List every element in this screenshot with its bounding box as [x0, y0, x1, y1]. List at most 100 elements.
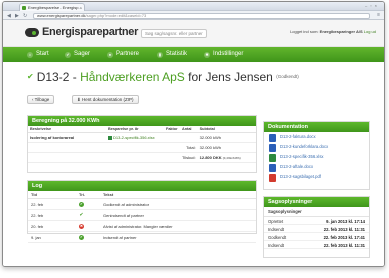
word-file-icon — [269, 163, 276, 172]
document-item[interactable]: D13-2-kundeforklara.docx — [264, 142, 369, 152]
case-number: D13-2 — [36, 70, 70, 84]
log-text: Genindsendt af partner — [100, 209, 256, 221]
address-bar: ◀ ▶ ↻ www.energisparepartner.dk/sager.ph… — [3, 11, 384, 20]
forward-arrow-icon[interactable]: ▶ — [15, 13, 19, 19]
browser-tabstrip: Energibesparelse - Energisp... × ‒▫× — [3, 2, 384, 11]
resubmitted-icon: ✔ — [79, 212, 84, 218]
url-path: /sager.php?mode=edit&caseid=73 — [85, 12, 147, 18]
price-label: Tilskud: — [180, 152, 198, 163]
file-link[interactable]: D13-2-specifik-356.xlsx — [113, 135, 155, 140]
nav-label: Sager — [74, 51, 91, 57]
row-description: Isolering af kontorareal — [28, 132, 106, 143]
log-time: 9. jan — [28, 231, 76, 243]
log-status-cell: ✔ — [76, 198, 100, 210]
calculation-panel: Beregning på 32.000 KWh Beskrivelse Besp… — [27, 115, 257, 173]
nav-label: Partnere — [116, 51, 140, 57]
page-content: ✔ D13-2 - Håndværkeren ApS for Jens Jense… — [3, 63, 384, 266]
search-input[interactable]: Søg sag/sagsnr. eller partner — [141, 29, 207, 38]
case-info-panel: Sagsoplysninger Sagsoplysninger Oprettet… — [263, 196, 370, 258]
word-file-icon — [269, 143, 276, 152]
back-button[interactable]: ‹ Tilbage — [27, 95, 55, 104]
document-item[interactable]: D13-2-faktura.docx — [264, 132, 369, 142]
price-row: Tilskud: 12.800 DKK (0,40kr/kWh) — [28, 152, 256, 163]
document-item[interactable]: D13-2-sagsbilaget.pdf — [264, 172, 369, 182]
title-customer: for Jens Jensen — [184, 70, 273, 84]
log-text: Indsendt af partner — [100, 231, 256, 243]
document-item[interactable]: D13-2-specifik-356.xlsx — [264, 152, 369, 162]
table-row: 9. jan ✔ Indsendt af partner — [28, 231, 256, 243]
nav-item-indstillinger[interactable]: ✱ Indstillinger — [204, 47, 243, 62]
column-header: Tri. — [76, 191, 100, 199]
browser-tab[interactable]: Energibesparelse - Energisp... × — [19, 3, 85, 11]
document-name: D13-2-sagsbilaget.pdf — [280, 174, 321, 179]
document-name: D13-2-faktura.docx — [280, 134, 316, 139]
column-header: Tid — [28, 191, 76, 199]
case-info-row: Oprettet 9. jan 2013 kl. 17:14 — [264, 217, 369, 225]
excel-file-icon — [269, 153, 276, 162]
browser-menu-icon[interactable]: ≡ — [377, 12, 380, 18]
tab-title: Energibesparelse - Energisp... — [28, 5, 82, 10]
logo-icon[interactable] — [25, 28, 39, 37]
column-header: Tekst — [100, 191, 256, 199]
nav-label: Indstillinger — [213, 51, 244, 57]
login-prefix: Logget ind som: — [290, 29, 319, 34]
table-row: Isolering af kontorareal D13-2-specifik-… — [28, 132, 256, 143]
download-label: Hent dokumentation (ZIP) — [82, 97, 134, 102]
url-field[interactable]: www.energisparepartner.dk/sager.php?mode… — [33, 12, 370, 19]
table-row: 22. feb ✔ Godkendt af administrator — [28, 198, 256, 210]
login-user: Energibesparinger A/S — [319, 29, 363, 34]
back-arrow-icon[interactable]: ◀ — [7, 13, 11, 19]
calculation-heading: Beregning på 32.000 KWh — [28, 116, 256, 126]
info-value: 22. feb 2013 kl. 11:31 — [323, 242, 365, 248]
info-label: Indsendt — [268, 226, 285, 232]
log-text: Afvist af administrator. Mangler værdier — [100, 220, 256, 232]
browser-window: Energibesparelse - Energisp... × ‒▫× ◀ ▶… — [2, 1, 385, 267]
status-badge: (Godkendt) — [276, 74, 299, 79]
row-subtotal: 32.000 kWh — [197, 132, 256, 143]
nav-item-partnere[interactable]: ● Partnere — [107, 47, 139, 62]
company-link[interactable]: Håndværkeren ApS — [80, 70, 185, 84]
check-icon: ✔ — [65, 51, 71, 58]
chart-icon: ▮ — [157, 51, 163, 58]
info-label: Oprettet — [268, 218, 284, 224]
price-value: 12.800 DKK — [199, 155, 222, 160]
logo-text[interactable]: Energisparepartner — [42, 26, 138, 38]
log-time: 22. feb — [28, 198, 76, 210]
case-info-row: Indsendt 22. feb 2013 kl. 11:31 — [264, 241, 369, 249]
total-value: 32.000 kWh — [197, 142, 256, 153]
window-controls[interactable]: ‒▫× — [365, 3, 380, 8]
document-name: D13-2-kundeforklara.docx — [280, 144, 329, 149]
price-cell: 12.800 DKK (0,40kr/kWh) — [197, 152, 256, 163]
log-text: Godkendt af administrator — [100, 198, 256, 210]
table-row: 20. feb ✖ Afvist af administrator. Mangl… — [28, 220, 256, 232]
nav-item-sager[interactable]: ✔ Sager — [65, 47, 90, 62]
info-value: 22. feb 2013 kl. 11:31 — [323, 226, 365, 232]
case-info-row: Indsendt 22. feb 2013 kl. 11:31 — [264, 225, 369, 233]
row-file[interactable]: D13-2-specifik-356.xlsx — [106, 132, 164, 143]
rejected-icon: ✖ — [79, 224, 84, 229]
document-item[interactable]: D13-2-aftale.docx — [264, 162, 369, 172]
logout-link[interactable]: Log ud — [364, 29, 376, 34]
close-tab-icon[interactable]: × — [80, 4, 82, 11]
reload-icon[interactable]: ↻ — [23, 13, 27, 19]
total-row: Total: 32.000 kWh — [28, 142, 256, 153]
price-note: (0,40kr/kWh) — [222, 156, 241, 160]
url-host: www.energisparepartner.dk — [37, 12, 86, 18]
nav-item-statistik[interactable]: ▮ Statistik — [157, 47, 187, 62]
site-header: Energisparepartner Søg sag/sagsnr. eller… — [3, 20, 384, 47]
total-label: Total: — [180, 142, 198, 153]
documents-panel: Dokumentation D13-2-faktura.docx D13-2-k… — [263, 121, 370, 190]
documents-heading: Dokumentation — [264, 122, 369, 132]
info-value: 9. jan 2013 kl. 17:14 — [326, 218, 365, 224]
log-status-cell: ✔ — [76, 231, 100, 243]
download-docs-button[interactable]: ⬇ Hent dokumentation (ZIP) — [72, 95, 139, 104]
nav-item-start[interactable]: ⌂ Start — [27, 47, 49, 62]
row-factor — [164, 132, 180, 143]
document-name: D13-2-aftale.docx — [280, 164, 314, 169]
log-status-cell: ✖ — [76, 220, 100, 232]
log-panel: Log Tid Tri. Tekst 22. feb ✔ Godkendt af… — [27, 180, 257, 243]
log-table: Tid Tri. Tekst 22. feb ✔ Godkendt af adm… — [28, 191, 256, 243]
table-row: 22. feb ✔ Genindsendt af partner — [28, 209, 256, 221]
row-count — [180, 132, 198, 143]
case-info-heading: Sagsoplysninger — [264, 197, 369, 207]
